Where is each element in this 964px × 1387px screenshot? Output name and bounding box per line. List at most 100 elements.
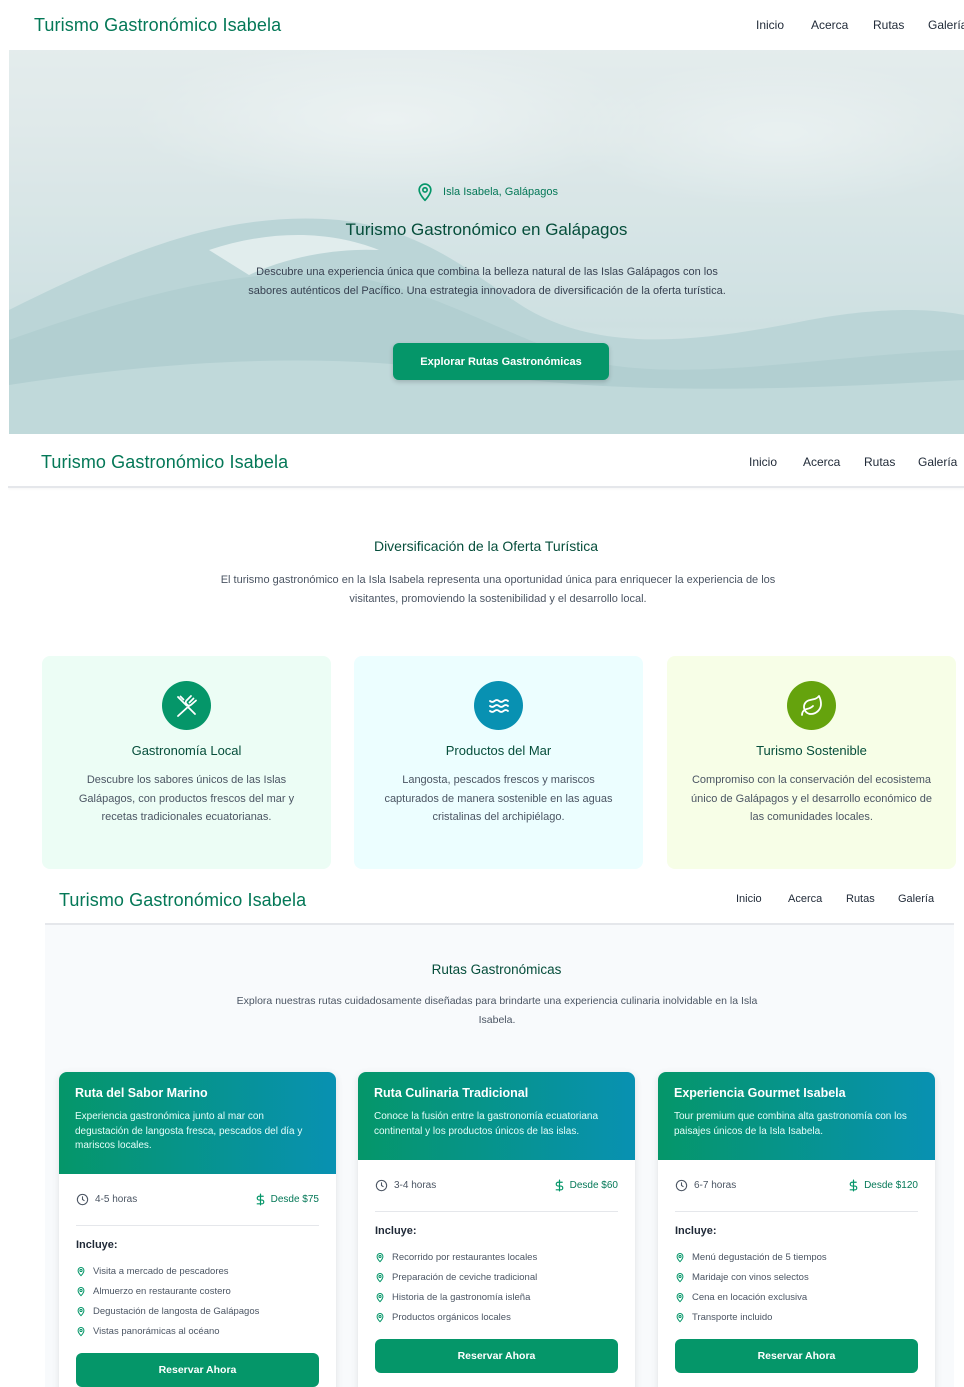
hero-location-label: Isla Isabela, Galápagos (443, 186, 558, 198)
route-duration-label: 3-4 horas (394, 1180, 437, 1191)
include-text: Preparación de ceviche tradicional (392, 1271, 538, 1283)
book-now-button[interactable]: Reservar Ahora (675, 1339, 918, 1373)
list-item: Menú degustación de 5 tiempos (675, 1247, 918, 1267)
nav-link-galeria[interactable]: Galería (898, 893, 934, 905)
route-description: Conoce la fusión entre la gastronomía ec… (374, 1111, 599, 1137)
route-price-label: Desde $60 (569, 1180, 618, 1191)
map-pin-icon (77, 1266, 85, 1276)
route-duration-label: 6-7 horas (694, 1180, 737, 1191)
top-navbar: Turismo Gastronómico Isabela Inicio Acer… (8, 434, 964, 488)
route-description: Tour premium que combina alta gastronomí… (674, 1111, 907, 1137)
list-item: Recorrido por restaurantes locales (375, 1247, 618, 1267)
includes-heading: Incluye: (76, 1239, 118, 1251)
nav-link-rutas[interactable]: Rutas (873, 18, 928, 32)
dollar-icon (849, 1179, 858, 1192)
map-pin-icon (77, 1306, 85, 1316)
nav-link-inicio[interactable]: Inicio (756, 18, 811, 32)
brand-logo[interactable]: Turismo Gastronómico Isabela (41, 452, 288, 473)
map-pin-icon (418, 183, 432, 202)
book-now-button[interactable]: Reservar Ahora (76, 1353, 319, 1387)
route-title: Ruta Culinaria Tradicional (374, 1086, 529, 1100)
routes-section: Turismo Gastronómico Isabela Inicio Acer… (45, 874, 954, 1387)
route-duration-label: 4-5 horas (95, 1194, 138, 1205)
map-pin-icon (676, 1292, 684, 1302)
list-item: Visita a mercado de pescadores (76, 1261, 319, 1281)
feature-title: Gastronomía Local (131, 743, 242, 758)
map-pin-icon (376, 1292, 384, 1302)
nav-link-galeria[interactable]: Galería (928, 18, 964, 32)
feature-card: Productos del Mar Langosta, pescados fre… (354, 656, 643, 869)
nav-link-inicio[interactable]: Inicio (749, 455, 803, 469)
include-text: Productos orgánicos locales (392, 1311, 511, 1323)
route-price: Desde $60 (553, 1179, 618, 1192)
route-card: Ruta Culinaria Tradicional Conoce la fus… (358, 1072, 635, 1387)
includes-heading: Incluye: (675, 1225, 717, 1237)
route-title: Ruta del Sabor Marino (75, 1086, 208, 1100)
map-pin-icon (676, 1272, 684, 1282)
route-card-header: Experiencia Gourmet Isabela Tour premium… (658, 1072, 935, 1160)
nav-link-rutas[interactable]: Rutas (846, 893, 898, 905)
nav-link-inicio[interactable]: Inicio (736, 893, 788, 905)
clock-icon (76, 1193, 89, 1206)
feature-card: Gastronomía Local Descubre los sabores ú… (42, 656, 331, 869)
feature-icon-badge (474, 681, 523, 730)
nav-links: Inicio Acerca Rutas Galería (756, 18, 964, 32)
dollar-icon (555, 1179, 563, 1192)
nav-link-acerca[interactable]: Acerca (788, 893, 846, 905)
nav-link-rutas[interactable]: Rutas (864, 455, 918, 469)
include-text: Degustación de langosta de Galápagos (93, 1305, 260, 1317)
route-card: Ruta del Sabor Marino Experiencia gastro… (59, 1072, 336, 1387)
route-price: Desde $75 (254, 1193, 319, 1206)
map-pin-icon (376, 1252, 384, 1262)
explore-routes-button[interactable]: Explorar Rutas Gastronómicas (393, 343, 609, 380)
route-card-header: Ruta Culinaria Tradicional Conoce la fus… (358, 1072, 635, 1160)
list-item: Transporte incluido (675, 1307, 918, 1327)
brand-logo[interactable]: Turismo Gastronómico Isabela (34, 15, 281, 36)
hero-location: Isla Isabela, Galápagos (9, 181, 964, 203)
clock-icon (375, 1179, 388, 1192)
includes-heading: Incluye: (375, 1225, 417, 1237)
waves-icon (488, 698, 509, 713)
top-navbar: Turismo Gastronómico Isabela Inicio Acer… (45, 874, 954, 925)
includes-list: Visita a mercado de pescadores Almuerzo … (76, 1261, 319, 1341)
utensils-crossed-icon (176, 694, 197, 717)
route-duration: 3-4 horas (375, 1179, 436, 1192)
include-text: Vistas panorámicas al océano (93, 1325, 220, 1337)
map-pin-icon (77, 1286, 85, 1296)
route-title: Experiencia Gourmet Isabela (674, 1086, 846, 1100)
feature-text: Compromiso con la conservación del ecosi… (691, 774, 932, 823)
include-text: Almuerzo en restaurante costero (93, 1285, 231, 1297)
list-item: Almuerzo en restaurante costero (76, 1281, 319, 1301)
book-now-button[interactable]: Reservar Ahora (375, 1339, 618, 1373)
route-price: Desde $120 (847, 1179, 918, 1192)
nav-link-acerca[interactable]: Acerca (803, 455, 864, 469)
feature-icon-badge (787, 681, 836, 730)
include-text: Transporte incluido (692, 1311, 773, 1323)
route-duration: 6-7 horas (675, 1179, 736, 1192)
nav-link-acerca[interactable]: Acerca (811, 18, 873, 32)
dollar-icon (256, 1193, 264, 1206)
feature-title: Turismo Sostenible (756, 743, 867, 758)
list-item: Cena en locación exclusiva (675, 1287, 918, 1307)
leaf-icon (800, 694, 822, 716)
route-duration: 4-5 horas (76, 1193, 137, 1206)
include-text: Maridaje con vinos selectos (692, 1271, 809, 1283)
include-text: Visita a mercado de pescadores (93, 1265, 229, 1277)
map-pin-icon (77, 1326, 85, 1336)
map-pin-icon (376, 1312, 384, 1322)
include-text: Recorrido por restaurantes locales (392, 1251, 538, 1263)
feature-title: Productos del Mar (445, 743, 552, 758)
routes-description: Explora nuestras rutas cuidadosamente di… (236, 995, 758, 1026)
list-item: Historia de la gastronomía isleña (375, 1287, 618, 1307)
feature-text: Descubre los sabores únicos de las Islas… (78, 774, 295, 823)
hero-description: Descubre una experiencia única que combi… (248, 266, 726, 297)
nav-link-galeria[interactable]: Galería (918, 455, 957, 469)
route-card-header: Ruta del Sabor Marino Experiencia gastro… (59, 1072, 336, 1174)
about-description: El turismo gastronómico en la Isla Isabe… (220, 574, 776, 605)
include-text: Historia de la gastronomía isleña (392, 1291, 531, 1303)
hero-section: Turismo Gastronómico Isabela Inicio Acer… (9, 0, 964, 434)
map-pin-icon (376, 1272, 384, 1282)
nav-links: Inicio Acerca Rutas Galería (749, 455, 957, 469)
route-price-label: Desde $75 (270, 1194, 319, 1205)
brand-logo[interactable]: Turismo Gastronómico Isabela (59, 890, 306, 911)
